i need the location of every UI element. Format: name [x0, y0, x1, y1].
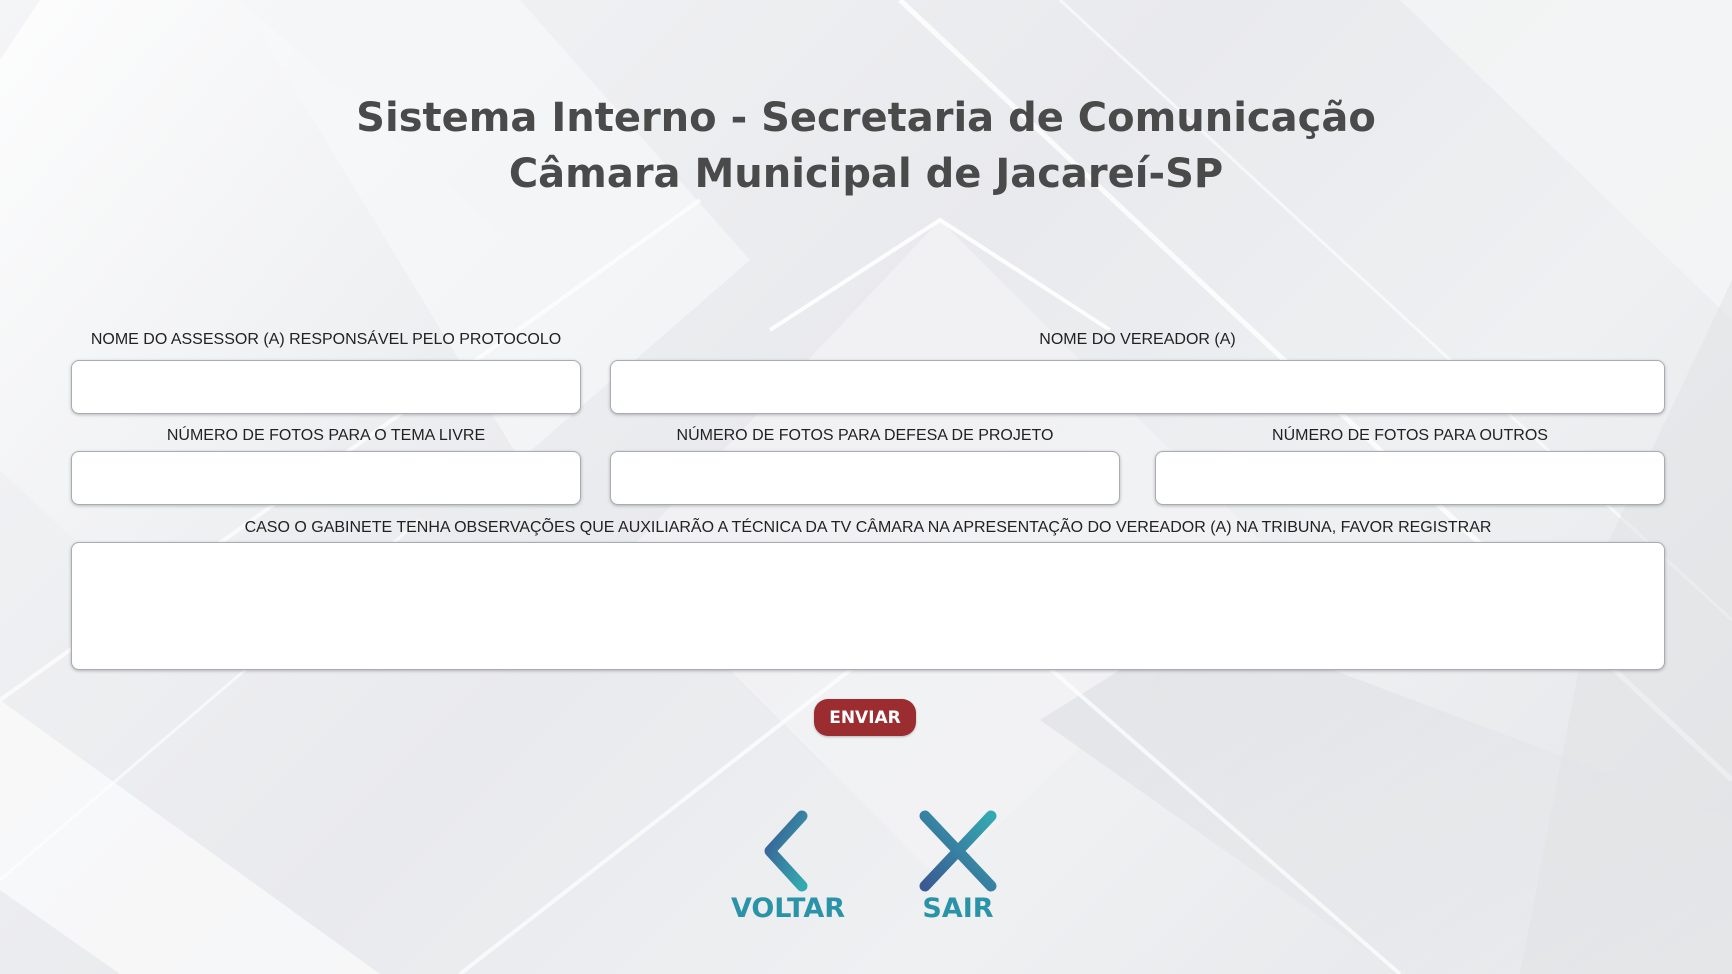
close-icon [919, 810, 997, 892]
fotos-tema-livre-field-box [71, 451, 581, 505]
page-title-line2: Câmara Municipal de Jacareí-SP [508, 151, 1224, 197]
fotos-defesa-input[interactable] [611, 452, 1119, 504]
voltar-label: VOLTAR [730, 893, 846, 924]
voltar-button[interactable]: VOLTAR [730, 808, 846, 924]
fotos-outros-input[interactable] [1156, 452, 1664, 504]
page-background: Sistema Interno - Secretaria de Comunica… [0, 0, 1732, 974]
fotos-tema-livre-input[interactable] [72, 452, 580, 504]
page-title-line1: Sistema Interno - Secretaria de Comunica… [356, 95, 1376, 141]
sair-button[interactable]: SAIR [910, 808, 1006, 924]
vereador-field-box [610, 360, 1665, 414]
sair-label: SAIR [922, 893, 994, 924]
observacoes-label: CASO O GABINETE TENHA OBSERVAÇÕES QUE AU… [244, 519, 1492, 536]
vereador-label: NOME DO VEREADOR (A) [1039, 331, 1236, 348]
enviar-button[interactable]: ENVIAR [814, 699, 916, 736]
observacoes-textarea[interactable] [72, 543, 1664, 669]
vereador-input[interactable] [611, 361, 1664, 413]
fotos-defesa-label: NÚMERO DE FOTOS PARA DEFESA DE PROJETO [676, 427, 1054, 444]
assessor-label: NOME DO ASSESSOR (A) RESPONSÁVEL PELO PR… [90, 331, 562, 348]
observacoes-field-box [71, 542, 1665, 670]
assessor-field-box [71, 360, 581, 414]
assessor-input[interactable] [72, 361, 580, 413]
fotos-outros-field-box [1155, 451, 1665, 505]
fotos-tema-livre-label: NÚMERO DE FOTOS PARA O TEMA LIVRE [166, 427, 486, 444]
fotos-defesa-field-box [610, 451, 1120, 505]
fotos-outros-label: NÚMERO DE FOTOS PARA OUTROS [1272, 427, 1548, 444]
chevron-left-icon [764, 810, 808, 892]
